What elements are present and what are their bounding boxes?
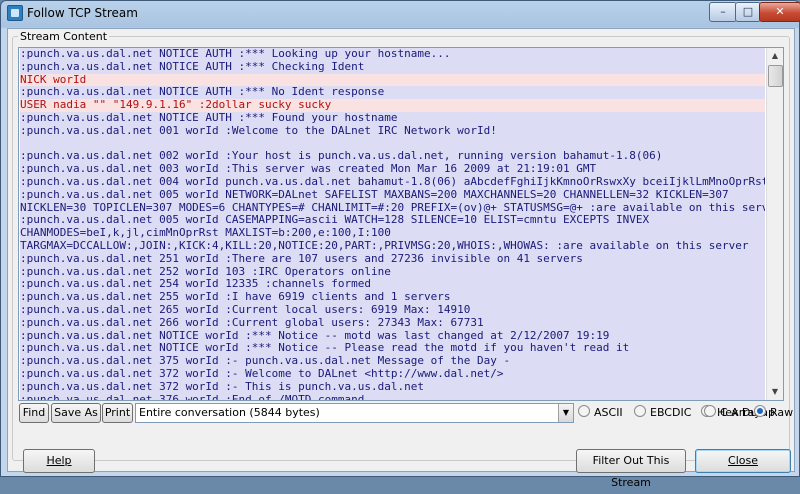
- close-button[interactable]: Close: [695, 449, 791, 473]
- stream-lines: :punch.va.us.dal.net NOTICE AUTH :*** Lo…: [20, 48, 765, 400]
- stream-toolbar: Find Save As Print Entire conversation (…: [18, 403, 784, 423]
- radio-ascii[interactable]: ASCII: [578, 405, 623, 421]
- stream-line: :punch.va.us.dal.net NOTICE worId :*** N…: [20, 329, 765, 343]
- print-button[interactable]: Print: [102, 403, 133, 423]
- stream-line: :punch.va.us.dal.net 252 worId 103 :IRC …: [20, 265, 765, 279]
- conversation-select-value: Entire conversation (5844 bytes): [139, 406, 320, 419]
- find-button[interactable]: Find: [19, 403, 49, 423]
- follow-tcp-stream-window: Follow TCP Stream – □ ✕ Stream Content :…: [0, 0, 800, 489]
- stream-text-area[interactable]: :punch.va.us.dal.net NOTICE AUTH :*** Lo…: [18, 47, 784, 401]
- stream-line: :punch.va.us.dal.net 004 worId punch.va.…: [20, 175, 765, 189]
- radio-label: EBCDIC: [650, 406, 692, 419]
- stream-line: :punch.va.us.dal.net 375 worId :- punch.…: [20, 355, 765, 368]
- radio-circle-icon: [704, 405, 716, 417]
- radio-label: ASCII: [594, 406, 623, 419]
- stream-line: TARGMAX=DCCALLOW:,JOIN:,KICK:4,KILL:20,N…: [20, 239, 765, 253]
- help-button-label: Help: [46, 454, 72, 467]
- stream-line: :punch.va.us.dal.net NOTICE worId :*** N…: [20, 342, 765, 356]
- stream-line: :punch.va.us.dal.net 003 worId :This ser…: [20, 163, 765, 176]
- radio-circle-icon: [634, 405, 646, 417]
- stream-line: :punch.va.us.dal.net 266 worId :Current …: [20, 316, 765, 330]
- stream-line: :punch.va.us.dal.net 251 worId :There ar…: [20, 252, 765, 266]
- stream-line: :punch.va.us.dal.net 265 worId :Current …: [20, 303, 765, 317]
- title-bar[interactable]: Follow TCP Stream – □ ✕: [1, 1, 800, 25]
- stream-line: USER nadia "" "149.9.1.16" :2dollar suck…: [20, 99, 765, 112]
- radio-circle-icon: [754, 405, 766, 417]
- filter-out-stream-button[interactable]: Filter Out This Stream: [576, 449, 686, 489]
- stream-line: :punch.va.us.dal.net 372 worId :- This i…: [20, 380, 765, 394]
- radio-raw[interactable]: Raw: [754, 405, 793, 421]
- stream-line: :punch.va.us.dal.net 005 worId CASEMAPPI…: [20, 214, 765, 228]
- scroll-down-icon[interactable]: ▼: [767, 384, 783, 400]
- stream-line: :punch.va.us.dal.net 255 worId :I have 6…: [20, 291, 765, 304]
- stream-line: :punch.va.us.dal.net 002 worId :Your hos…: [20, 150, 765, 164]
- stream-line: :punch.va.us.dal.net 372 worId :- Welcom…: [20, 367, 765, 381]
- save-as-button[interactable]: Save As: [51, 403, 101, 423]
- radio-ebcdic[interactable]: EBCDIC: [634, 405, 691, 421]
- conversation-select[interactable]: Entire conversation (5844 bytes) ▼: [135, 403, 574, 423]
- stream-line: :punch.va.us.dal.net NOTICE AUTH :*** Fo…: [20, 111, 765, 125]
- stream-line: :punch.va.us.dal.net 376 worId :End of /…: [20, 393, 765, 400]
- close-window-button[interactable]: ✕: [759, 2, 800, 22]
- wireshark-icon: [7, 5, 23, 21]
- stream-line: :punch.va.us.dal.net NOTICE AUTH :*** No…: [20, 86, 765, 100]
- stream-line: NICKLEN=30 TOPICLEN=307 MODES=6 CHANTYPE…: [20, 201, 765, 215]
- radio-circle-icon: [578, 405, 590, 417]
- vertical-scrollbar[interactable]: ▲ ▼: [766, 48, 783, 400]
- stream-line: CHANMODES=beI,k,jl,cimMnOprRst MAXLIST=b…: [20, 227, 765, 240]
- stream-line: :punch.va.us.dal.net NOTICE AUTH :*** Lo…: [20, 48, 765, 61]
- stream-line: :punch.va.us.dal.net 005 worId NETWORK=D…: [20, 188, 765, 202]
- radio-label: Raw: [770, 406, 794, 419]
- stream-content-group: Stream Content :punch.va.us.dal.net NOTI…: [12, 30, 791, 489]
- stream-line: NICK worId: [20, 73, 765, 87]
- dialog-footer: Help Filter Out This Stream Close: [17, 441, 795, 489]
- window-title: Follow TCP Stream: [27, 6, 138, 20]
- chevron-down-icon[interactable]: ▼: [558, 404, 573, 422]
- minimize-button[interactable]: –: [709, 2, 737, 22]
- maximize-button[interactable]: □: [735, 2, 761, 22]
- stream-line: :punch.va.us.dal.net 001 worId :Welcome …: [20, 124, 765, 138]
- close-button-label: Close: [728, 454, 758, 467]
- stream-content-label: Stream Content: [18, 30, 110, 43]
- scroll-up-icon[interactable]: ▲: [767, 48, 783, 64]
- scroll-thumb[interactable]: [768, 65, 783, 87]
- dialog-body: Stream Content :punch.va.us.dal.net NOTI…: [7, 28, 795, 489]
- stream-line: :punch.va.us.dal.net NOTICE AUTH :*** Ch…: [20, 60, 765, 74]
- help-button[interactable]: Help: [23, 449, 95, 473]
- stream-line: :punch.va.us.dal.net 254 worId 12335 :ch…: [20, 278, 765, 292]
- stream-line: [20, 137, 765, 151]
